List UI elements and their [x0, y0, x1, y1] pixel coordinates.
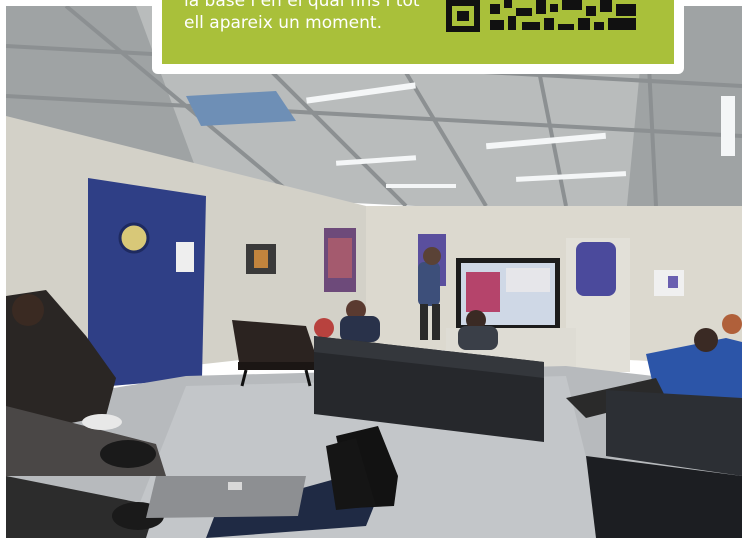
caption-line-2: ell apareix un moment.: [184, 13, 382, 33]
caption-line-1: la base i en el qual fins i tot: [184, 0, 420, 11]
caption-text: la base i en el qual fins i tot ell apar…: [184, 0, 444, 64]
room-photo: [6, 6, 742, 538]
caption-card: la base i en el qual fins i tot ell apar…: [152, 0, 684, 74]
qr-code-icon: [444, 0, 640, 34]
caption-banner: la base i en el qual fins i tot ell apar…: [162, 0, 674, 64]
